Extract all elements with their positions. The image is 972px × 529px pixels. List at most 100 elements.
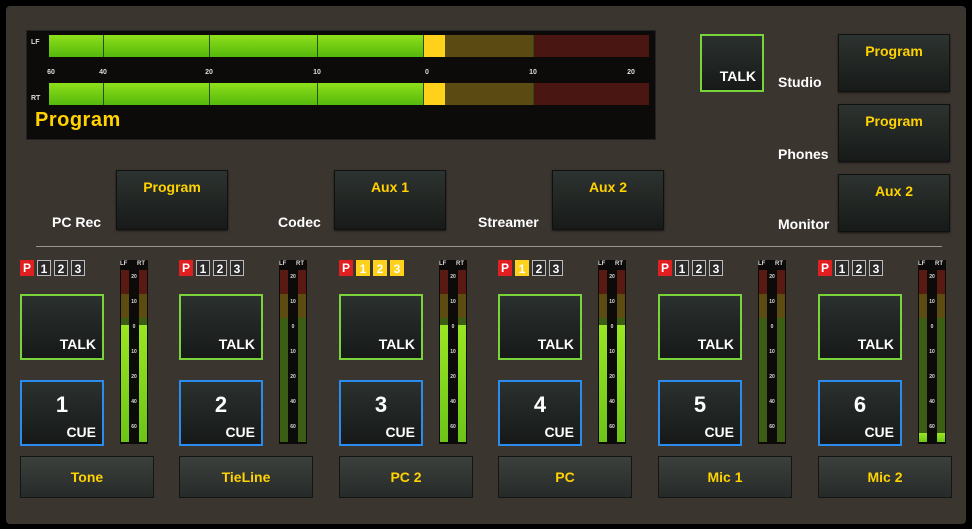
bus-indicator-3[interactable]: 3 xyxy=(390,260,404,276)
channel-cue-button[interactable]: 4 CUE xyxy=(498,380,582,446)
meter-bar-right xyxy=(49,83,649,105)
meter-tick: 20 xyxy=(609,274,615,280)
streamer-source-button[interactable]: Aux 2 xyxy=(552,170,664,230)
meter-column-left xyxy=(919,270,927,442)
bus-indicator-P[interactable]: P xyxy=(818,260,832,276)
bus-indicator-3[interactable]: 3 xyxy=(71,260,85,276)
main-talk-button[interactable]: TALK xyxy=(700,34,764,92)
bus-indicator-3[interactable]: 3 xyxy=(230,260,244,276)
channel-cue-button[interactable]: 3 CUE xyxy=(339,380,423,446)
channel-strip-6: P 1 2 3 TALK 6 CUE LF RT 20 10 0 10 20 40 60 Mic 2 xyxy=(818,258,966,518)
channel-strip-3: P 1 2 3 TALK 3 CUE LF RT 20 10 0 10 20 40 60 PC 2 xyxy=(339,258,499,518)
bus-indicator-1[interactable]: 1 xyxy=(675,260,689,276)
pc-rec-label: PC Rec xyxy=(52,214,102,230)
codec-label: Codec xyxy=(278,214,321,230)
bus-indicator-P[interactable]: P xyxy=(498,260,512,276)
channel-strip-1: P 1 2 3 TALK 1 CUE LF RT 20 10 0 10 20 40 60 Tone xyxy=(20,258,180,518)
meter-column-right xyxy=(777,270,785,442)
bus-indicator-3[interactable]: 3 xyxy=(549,260,563,276)
channel-source-button[interactable]: PC xyxy=(498,456,632,498)
monitor-source-button[interactable]: Aux 2 xyxy=(838,174,950,232)
channel-talk-button[interactable]: TALK xyxy=(658,294,742,360)
bus-indicator-P[interactable]: P xyxy=(179,260,193,276)
channel-meter: LF RT 20 10 0 10 20 40 60 xyxy=(758,260,786,444)
meter-tick: 10 xyxy=(290,299,296,305)
channel-cue-button[interactable]: 1 CUE xyxy=(20,380,104,446)
channel-strip-4: P 1 2 3 TALK 4 CUE LF RT 20 10 0 10 20 40 60 PC xyxy=(498,258,658,518)
phones-label: Phones xyxy=(778,146,829,162)
channel-talk-button[interactable]: TALK xyxy=(20,294,104,360)
meter-tick: 10 xyxy=(769,349,775,355)
level-left xyxy=(121,325,129,442)
meter-tick: 40 xyxy=(450,399,456,405)
channel-number: 2 xyxy=(214,392,228,417)
meter-tick: 20 xyxy=(290,374,296,380)
studio-source-button[interactable]: Program xyxy=(838,34,950,92)
meter-column-right xyxy=(937,270,945,442)
meter-tick: 40 xyxy=(609,399,615,405)
meter-tick: 60 xyxy=(450,424,456,430)
meter-column-left xyxy=(440,270,448,442)
studio-label: Studio xyxy=(778,74,822,90)
meter-tick: 20 xyxy=(929,274,935,280)
divider xyxy=(36,246,942,247)
meter-tick: 60 xyxy=(290,424,296,430)
meter-tick: 10 xyxy=(450,299,456,305)
phones-source-button[interactable]: Program xyxy=(838,104,950,162)
channel-talk-button[interactable]: TALK xyxy=(498,294,582,360)
bus-indicator-1[interactable]: 1 xyxy=(515,260,529,276)
meter-tick: 40 xyxy=(290,399,296,405)
codec-source-button[interactable]: Aux 1 xyxy=(334,170,446,230)
bus-indicator-P[interactable]: P xyxy=(339,260,353,276)
meter-bar-left xyxy=(49,35,649,57)
channel-meter: LF RT 20 10 0 10 20 40 60 xyxy=(279,260,307,444)
meter-tick: 40 xyxy=(769,399,775,405)
level-right xyxy=(617,325,625,442)
meter-tick: 60 xyxy=(609,424,615,430)
channel-number: 4 xyxy=(533,392,547,417)
bus-indicator-1[interactable]: 1 xyxy=(356,260,370,276)
bus-indicator-1[interactable]: 1 xyxy=(835,260,849,276)
channel-talk-button[interactable]: TALK xyxy=(818,294,902,360)
meter-tick: 20 xyxy=(131,274,137,280)
channel-number: 5 xyxy=(693,392,707,417)
meter-tick: 20 xyxy=(769,274,775,280)
bus-indicator-2[interactable]: 2 xyxy=(532,260,546,276)
meter-tick: 10 xyxy=(609,299,615,305)
pc-rec-source-button[interactable]: Program xyxy=(116,170,228,230)
meter-tick: 20 xyxy=(450,374,456,380)
meter-right-label: RT xyxy=(31,95,41,102)
bus-indicator-1[interactable]: 1 xyxy=(196,260,210,276)
bus-indicator-3[interactable]: 3 xyxy=(709,260,723,276)
bus-indicator-2[interactable]: 2 xyxy=(692,260,706,276)
level-right xyxy=(937,433,945,442)
meter-tick: 10 xyxy=(609,349,615,355)
meter-tick: 10 xyxy=(131,299,137,305)
meter-tick: 20 xyxy=(609,374,615,380)
bus-indicator-2[interactable]: 2 xyxy=(54,260,68,276)
channel-source-button[interactable]: PC 2 xyxy=(339,456,473,498)
channel-source-button[interactable]: TieLine xyxy=(179,456,313,498)
bus-indicator-2[interactable]: 2 xyxy=(852,260,866,276)
meter-tick: 10 xyxy=(769,299,775,305)
channel-source-button[interactable]: Mic 2 xyxy=(818,456,952,498)
meter-tick: 40 xyxy=(131,399,137,405)
channel-cue-button[interactable]: 2 CUE xyxy=(179,380,263,446)
channel-talk-button[interactable]: TALK xyxy=(339,294,423,360)
level-left xyxy=(919,433,927,442)
channel-source-button[interactable]: Mic 1 xyxy=(658,456,792,498)
bus-indicator-P[interactable]: P xyxy=(20,260,34,276)
meter-tick: 20 xyxy=(290,274,296,280)
channel-cue-button[interactable]: 5 CUE xyxy=(658,380,742,446)
channel-strip-5: P 1 2 3 TALK 5 CUE LF RT 20 10 0 10 20 40 60 Mic 1 xyxy=(658,258,818,518)
bus-indicator-1[interactable]: 1 xyxy=(37,260,51,276)
bus-indicator-2[interactable]: 2 xyxy=(373,260,387,276)
monitor-label: Monitor xyxy=(778,216,830,232)
meter-tick: 20 xyxy=(131,374,137,380)
bus-indicator-3[interactable]: 3 xyxy=(869,260,883,276)
channel-source-button[interactable]: Tone xyxy=(20,456,154,498)
bus-indicator-P[interactable]: P xyxy=(658,260,672,276)
channel-talk-button[interactable]: TALK xyxy=(179,294,263,360)
channel-cue-button[interactable]: 6 CUE xyxy=(818,380,902,446)
bus-indicator-2[interactable]: 2 xyxy=(213,260,227,276)
